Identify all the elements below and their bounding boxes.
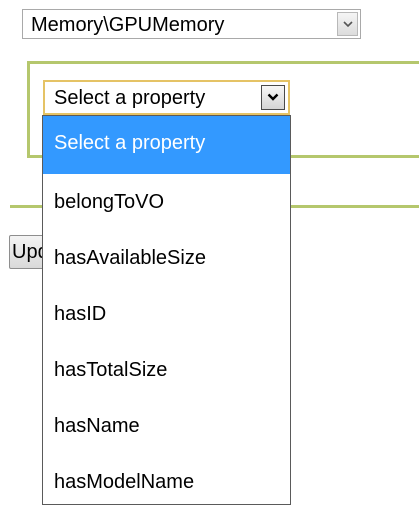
property-dropdown-list: Select a property belongToVO hasAvailabl… — [42, 115, 291, 505]
dropdown-option-label: Select a property — [54, 132, 206, 154]
chevron-down-icon — [267, 93, 279, 101]
property-select[interactable]: Select a property — [43, 80, 290, 115]
dropdown-option-label: hasID — [54, 303, 107, 325]
class-select[interactable]: Memory\GPUMemory — [22, 9, 361, 39]
dropdown-option-select-a-property[interactable]: Select a property — [43, 116, 290, 174]
dropdown-option-label: hasModelName — [54, 471, 195, 493]
dropdown-option-belongtovo[interactable]: belongToVO — [43, 174, 290, 230]
class-select-arrow-button[interactable] — [337, 12, 358, 36]
dropdown-option-hasmodelname[interactable]: hasModelName — [43, 454, 290, 510]
dropdown-option-label: hasName — [54, 415, 140, 437]
dropdown-option-label: belongToVO — [54, 191, 165, 213]
property-select-value: Select a property — [54, 87, 206, 109]
dropdown-option-hasid[interactable]: hasID — [43, 286, 290, 342]
chevron-down-icon — [343, 21, 353, 28]
dropdown-option-hastotalsize[interactable]: hasTotalSize — [43, 342, 290, 398]
class-select-value: Memory\GPUMemory — [31, 14, 225, 36]
dropdown-option-hasavailablesize[interactable]: hasAvailableSize — [43, 230, 290, 286]
property-select-arrow-button[interactable] — [261, 85, 285, 110]
dropdown-option-hasname[interactable]: hasName — [43, 398, 290, 454]
dropdown-option-label: hasTotalSize — [54, 359, 168, 381]
dropdown-option-label: hasAvailableSize — [54, 247, 206, 269]
